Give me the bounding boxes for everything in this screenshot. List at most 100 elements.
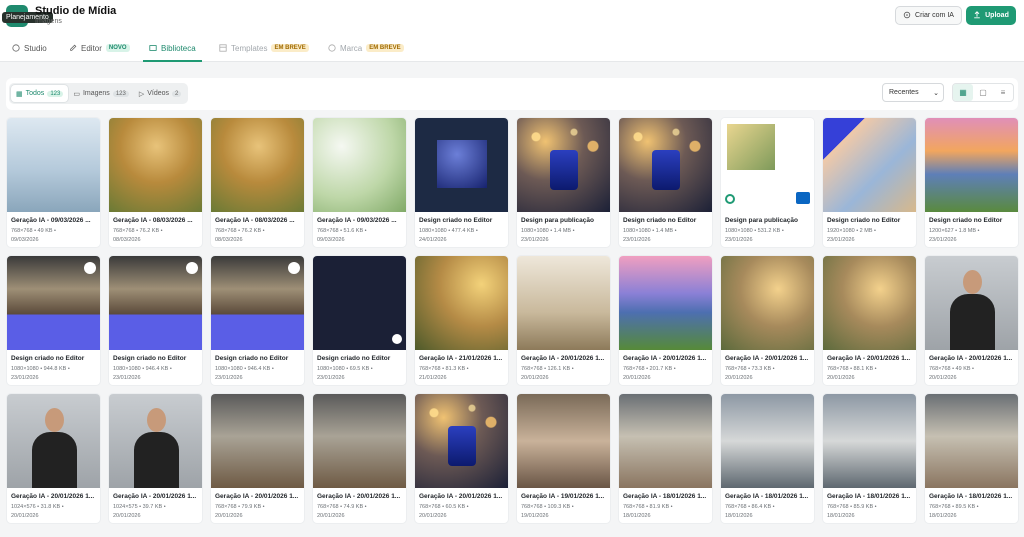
create-with-ai-button[interactable]: Criar com IA bbox=[895, 6, 962, 25]
media-thumbnail[interactable] bbox=[823, 256, 916, 350]
media-date: 23/01/2026 bbox=[929, 237, 957, 243]
media-card[interactable]: Geração IA - 20/01/2026 1... 768×768 • 88… bbox=[822, 255, 917, 386]
media-card[interactable]: Design criado no Editor 1080×1080 • 477.4… bbox=[414, 117, 509, 248]
media-thumbnail[interactable] bbox=[313, 118, 406, 212]
tab-marca[interactable]: Marca EM BREVE bbox=[328, 34, 404, 62]
sort-select[interactable]: Recentes ⌄ bbox=[882, 83, 944, 102]
media-thumbnail[interactable] bbox=[823, 118, 916, 212]
media-thumbnail[interactable] bbox=[619, 256, 712, 350]
grid-view-button[interactable]: ▦ bbox=[953, 84, 973, 101]
media-meta: 768×768 • 76.2 KB • bbox=[113, 228, 163, 234]
media-thumbnail[interactable] bbox=[517, 256, 610, 350]
person-head bbox=[147, 408, 166, 432]
media-thumbnail[interactable] bbox=[619, 394, 712, 488]
media-card[interactable]: Design criado no Editor 1080×1080 • 946.4… bbox=[210, 255, 305, 386]
video-icon: ▷ bbox=[138, 90, 145, 98]
media-card[interactable]: Geração IA - 20/01/2026 1... 1024×576 • 3… bbox=[6, 393, 101, 524]
media-card[interactable]: Design para publicação 1080×1080 • 1.4 MB… bbox=[516, 117, 611, 248]
media-meta: 1080×1080 • 1.4 MB • bbox=[623, 228, 677, 234]
media-thumbnail[interactable] bbox=[925, 394, 1018, 488]
palette-icon bbox=[12, 44, 20, 52]
media-card[interactable]: Geração IA - 19/01/2026 1... 768×768 • 10… bbox=[516, 393, 611, 524]
media-card[interactable]: Geração IA - 20/01/2026 1... 768×768 • 74… bbox=[312, 393, 407, 524]
media-thumbnail[interactable] bbox=[7, 118, 100, 212]
media-thumbnail[interactable] bbox=[823, 394, 916, 488]
media-card[interactable]: Geração IA - 18/01/2026 1... 768×768 • 81… bbox=[618, 393, 713, 524]
media-title: Geração IA - 19/01/2026 1... bbox=[521, 493, 605, 500]
tab-label: Studio bbox=[24, 43, 47, 53]
media-thumbnail[interactable] bbox=[7, 256, 100, 350]
upload-icon bbox=[973, 10, 981, 21]
media-thumbnail[interactable] bbox=[313, 256, 406, 350]
media-title: Geração IA - 09/03/2026 ... bbox=[317, 217, 397, 224]
media-date: 09/03/2026 bbox=[317, 237, 345, 243]
media-thumbnail[interactable] bbox=[211, 118, 304, 212]
media-thumbnail[interactable] bbox=[211, 256, 304, 350]
large-view-button[interactable]: ▢ bbox=[973, 84, 993, 101]
media-card[interactable]: Design criado no Editor 1080×1080 • 944.8… bbox=[6, 255, 101, 386]
media-card[interactable]: Geração IA - 18/01/2026 1... 768×768 • 89… bbox=[924, 393, 1019, 524]
media-thumbnail[interactable] bbox=[619, 118, 712, 212]
media-thumbnail[interactable] bbox=[517, 118, 610, 212]
media-thumbnail[interactable] bbox=[925, 256, 1018, 350]
media-card[interactable]: Geração IA - 20/01/2026 1... 768×768 • 12… bbox=[516, 255, 611, 386]
media-meta: 768×768 • 85.9 KB • bbox=[827, 504, 877, 510]
media-card[interactable]: Design criado no Editor 1080×1080 • 1.4 M… bbox=[618, 117, 713, 248]
media-thumbnail[interactable] bbox=[721, 256, 814, 350]
media-card[interactable]: Geração IA - 09/03/2026 ... 768×768 • 49 … bbox=[6, 117, 101, 248]
media-card[interactable]: Geração IA - 09/03/2026 ... 768×768 • 51.… bbox=[312, 117, 407, 248]
media-card[interactable]: Geração IA - 21/01/2026 1... 768×768 • 81… bbox=[414, 255, 509, 386]
list-view-button[interactable]: ≡ bbox=[993, 84, 1013, 101]
media-thumbnail[interactable] bbox=[7, 394, 100, 488]
media-thumbnail[interactable] bbox=[721, 394, 814, 488]
media-card[interactable]: Design para publicação 1080×1080 • 531.2 … bbox=[720, 117, 815, 248]
media-thumbnail[interactable] bbox=[109, 118, 202, 212]
media-card[interactable]: Geração IA - 20/01/2026 1... 768×768 • 79… bbox=[210, 393, 305, 524]
media-meta: 768×768 • 74.9 KB • bbox=[317, 504, 367, 510]
sort-value: Recentes bbox=[889, 89, 919, 96]
media-thumbnail[interactable] bbox=[109, 394, 202, 488]
tab-biblioteca[interactable]: Biblioteca bbox=[143, 34, 202, 62]
media-card[interactable]: Design criado no Editor 1920×1080 • 2 MB … bbox=[822, 117, 917, 248]
media-card[interactable]: Geração IA - 18/01/2026 1... 768×768 • 85… bbox=[822, 393, 917, 524]
media-title: Geração IA - 20/01/2026 1... bbox=[113, 493, 197, 500]
media-thumbnail[interactable] bbox=[925, 118, 1018, 212]
media-thumbnail[interactable] bbox=[721, 118, 814, 212]
media-thumbnail[interactable] bbox=[109, 256, 202, 350]
media-card[interactable]: Design criado no Editor 1080×1080 • 946.4… bbox=[108, 255, 203, 386]
sparkle-icon bbox=[903, 11, 911, 21]
media-thumbnail[interactable] bbox=[415, 256, 508, 350]
media-card[interactable]: Geração IA - 08/03/2026 ... 768×768 • 76.… bbox=[210, 117, 305, 248]
tab-templates[interactable]: Templates EM BREVE bbox=[219, 34, 309, 62]
media-title: Geração IA - 09/03/2026 ... bbox=[11, 217, 91, 224]
media-meta: 768×768 • 79.9 KB • bbox=[215, 504, 265, 510]
list-icon: ≡ bbox=[1000, 88, 1006, 97]
media-card[interactable]: Geração IA - 20/01/2026 1... 768×768 • 60… bbox=[414, 393, 509, 524]
media-card[interactable]: Geração IA - 20/01/2026 1... 1024×575 • 3… bbox=[108, 393, 203, 524]
upload-button[interactable]: Upload bbox=[966, 6, 1016, 25]
media-date: 20/01/2026 bbox=[827, 375, 855, 381]
media-thumbnail[interactable] bbox=[517, 394, 610, 488]
media-thumbnail[interactable] bbox=[211, 394, 304, 488]
media-date: 20/01/2026 bbox=[11, 513, 39, 519]
media-card[interactable]: Design criado no Editor 1200×627 • 1.8 MB… bbox=[924, 117, 1019, 248]
linkedin-icon bbox=[796, 192, 810, 204]
tab-studio[interactable]: Studio bbox=[12, 34, 47, 62]
filter-images[interactable]: ▭ Imagens 123 bbox=[68, 85, 134, 102]
filter-videos[interactable]: ▷ Vídeos 2 bbox=[134, 85, 187, 102]
media-thumbnail[interactable] bbox=[313, 394, 406, 488]
media-card[interactable]: Geração IA - 08/03/2026 ... 768×768 • 76.… bbox=[108, 117, 203, 248]
media-title: Design para publicação bbox=[521, 217, 594, 224]
create-with-ai-label: Criar com IA bbox=[915, 12, 954, 19]
filter-all[interactable]: ▦ Todos 123 bbox=[11, 85, 69, 102]
media-thumbnail[interactable] bbox=[415, 118, 508, 212]
media-thumbnail[interactable] bbox=[415, 394, 508, 488]
media-card[interactable]: Geração IA - 18/01/2026 1... 768×768 • 86… bbox=[720, 393, 815, 524]
tab-editor[interactable]: Editor NOVO bbox=[69, 34, 130, 62]
media-card[interactable]: Geração IA - 20/01/2026 1... 768×768 • 20… bbox=[618, 255, 713, 386]
media-card[interactable]: Geração IA - 20/01/2026 1... 768×768 • 49… bbox=[924, 255, 1019, 386]
media-meta: 768×768 • 51.6 KB • bbox=[317, 228, 367, 234]
media-card[interactable]: Design criado no Editor 1080×1080 • 69.5 … bbox=[312, 255, 407, 386]
media-card[interactable]: Geração IA - 20/01/2026 1... 768×768 • 73… bbox=[720, 255, 815, 386]
tab-label: Marca bbox=[340, 43, 363, 53]
